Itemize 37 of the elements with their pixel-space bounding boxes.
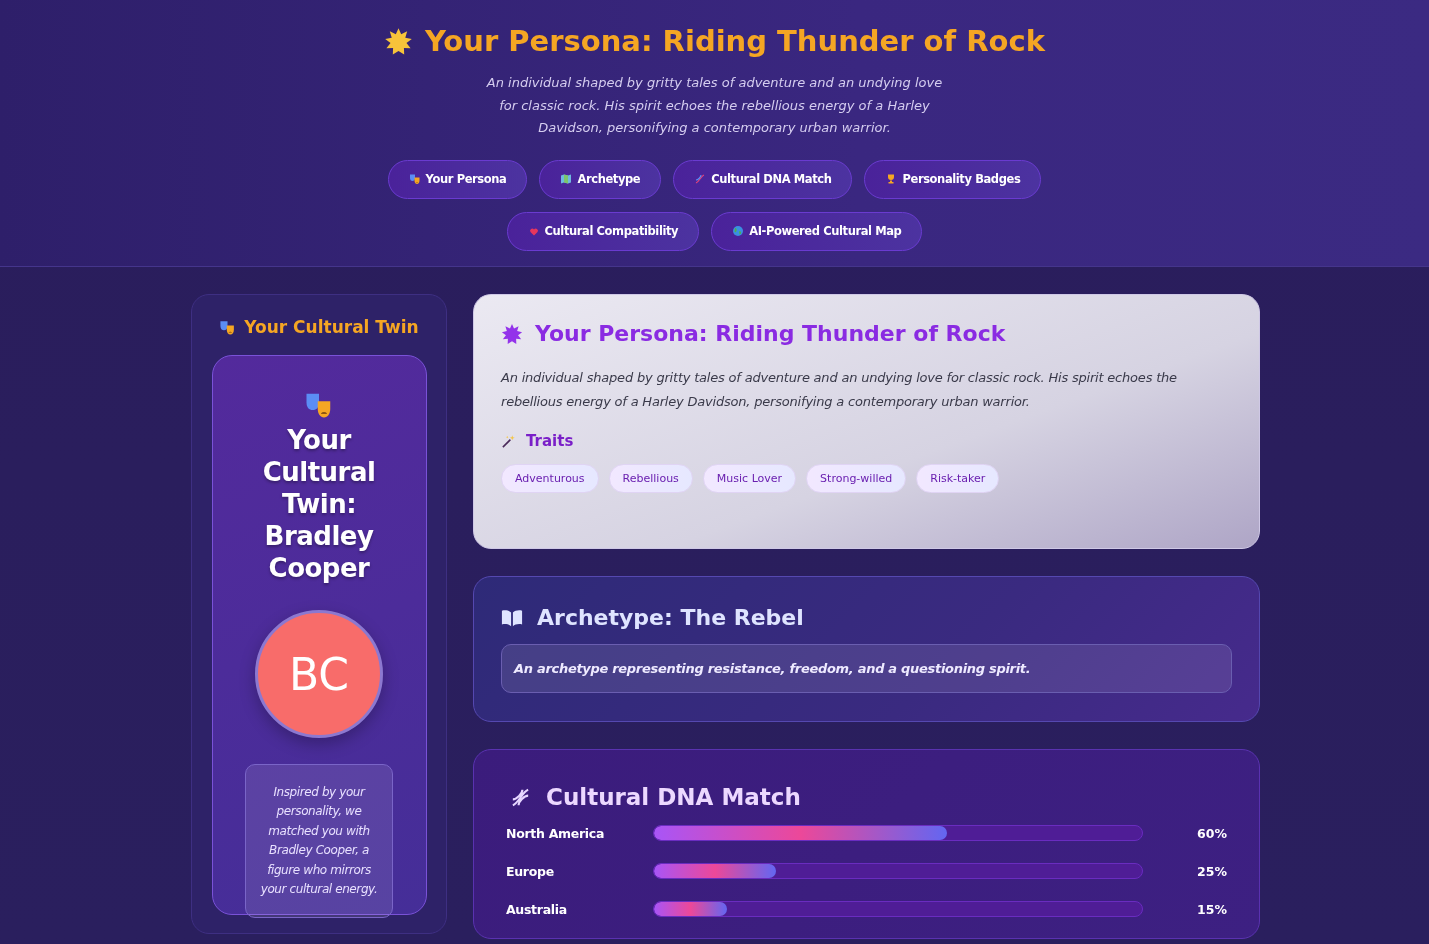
map-icon — [560, 173, 573, 185]
nav-button[interactable]: Personality Badges — [864, 159, 1042, 199]
nav-button[interactable]: Your Persona — [387, 159, 528, 199]
theater-masks-icon — [219, 318, 237, 336]
twin-name: Your Cultural Twin: Bradley Cooper — [261, 424, 377, 584]
starburst-icon — [501, 322, 523, 345]
theater-masks-icon — [408, 173, 421, 185]
page-title: Your Persona: Riding Thunder of Rock — [425, 24, 1045, 58]
nav-button[interactable]: AI-Powered Cultural Map — [711, 211, 923, 251]
trait-tag: Music Lover — [702, 464, 797, 493]
nav-button[interactable]: Cultural Compatibility — [506, 211, 700, 251]
traits-heading: Traits — [526, 432, 574, 450]
percentage: 15% — [1197, 901, 1227, 917]
dna-icon — [694, 173, 707, 185]
archetype-title: Archetype: The Rebel — [537, 605, 804, 630]
trait-tag: Strong-willed — [806, 464, 907, 493]
trait-tag: Risk-taker — [916, 464, 1000, 493]
archetype-description: An archetype representing resistance, freedom, and a questioning spirit. — [501, 644, 1232, 693]
region-label: Australia — [506, 901, 568, 917]
avatar: BC — [255, 610, 383, 738]
magic-wand-icon — [501, 433, 516, 449]
trait-tag: Adventurous — [501, 464, 599, 493]
region-label: North America — [506, 825, 605, 841]
persona-title: Your Persona: Riding Thunder of Rock — [535, 321, 1006, 346]
globe-icon — [732, 225, 745, 237]
starburst-icon — [384, 26, 413, 56]
sidebar-heading: Your Cultural Twin — [244, 317, 419, 337]
nav-button[interactable]: Cultural DNA Match — [673, 159, 853, 199]
nav-button[interactable]: Archetype — [539, 159, 662, 199]
trait-tag: Rebellious — [608, 464, 693, 493]
hero-subtitle: An individual shaped by gritty tales of adventure and an undying love for classic rock. His spirit echoes the rebellious energy of a Harley Davidson, personifying a contemporary urban warrior. — [485, 74, 944, 137]
dna-title: Cultural DNA Match — [546, 784, 801, 810]
percentage: 60% — [1197, 825, 1227, 841]
persona-description: An individual shaped by gritty tales of adventure and an undying love for classic rock. His spirit echoes the rebellious energy of a Harley Davidson, personifying a contemporary urban warrior. — [501, 369, 1178, 411]
percentage: 25% — [1197, 863, 1227, 879]
twin-description: Inspired by your personality, we matched you with Bradley Cooper, a figure who mirrors your cultural energy. — [245, 764, 393, 919]
region-label: Europe — [506, 863, 555, 879]
